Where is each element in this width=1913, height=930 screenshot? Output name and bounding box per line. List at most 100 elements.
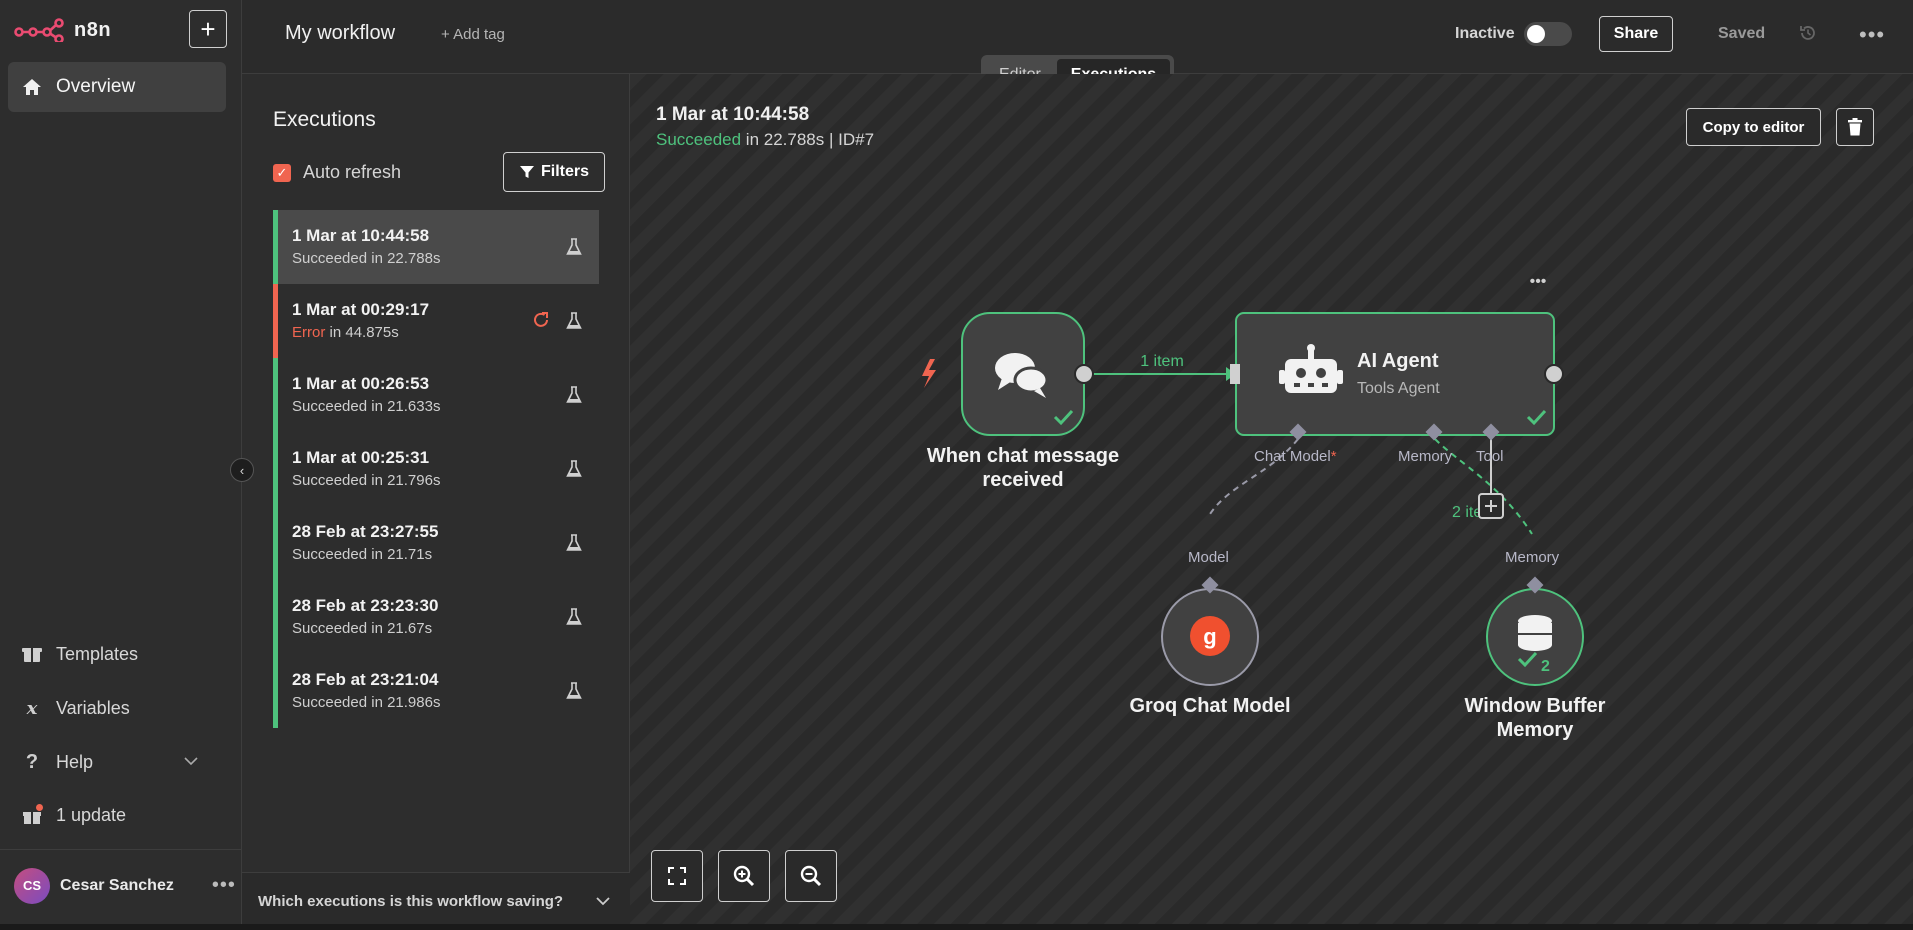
execution-row[interactable]: 1 Mar at 00:25:31 Succeeded in 21.796s xyxy=(273,432,599,506)
fit-view-button[interactable] xyxy=(651,850,703,902)
zoom-out-button[interactable] xyxy=(785,850,837,902)
notification-dot xyxy=(36,804,43,811)
save-state-label: Saved xyxy=(1718,25,1766,42)
filter-icon xyxy=(519,166,534,178)
flask-icon[interactable] xyxy=(566,386,582,409)
trigger-node-label[interactable]: When chat message received xyxy=(912,444,1134,492)
execution-status: Succeeded in 22.788s xyxy=(292,250,441,267)
memory-input-label: Memory xyxy=(1505,549,1560,566)
database-icon xyxy=(1518,615,1552,651)
user-name: Cesar Sanchez xyxy=(60,876,174,894)
execution-row[interactable]: 28 Feb at 23:27:55 Succeeded in 21.71s xyxy=(273,506,599,580)
question-icon: ? xyxy=(25,750,39,773)
create-new-button[interactable]: + xyxy=(189,10,227,48)
executions-list: 1 Mar at 10:44:58 Succeeded in 22.788s 1… xyxy=(273,210,599,728)
sidebar-item-label: Variables xyxy=(56,697,130,718)
retry-icon[interactable] xyxy=(531,310,551,335)
share-button[interactable]: Share xyxy=(1599,16,1673,52)
model-input-label: Model xyxy=(1188,549,1229,566)
sidebar-item-update[interactable]: 1 update xyxy=(22,799,126,831)
n8n-logo-icon xyxy=(14,18,64,42)
agent-subtitle: Tools Agent xyxy=(1357,380,1440,397)
auto-refresh-toggle[interactable]: ✓ Auto refresh xyxy=(273,162,401,183)
connections-layer: 1 item 2 items AI Agent Tools Agent ••• … xyxy=(922,273,1584,686)
execution-status: Error in 44.875s xyxy=(292,324,399,341)
flask-icon[interactable] xyxy=(566,312,582,335)
flask-icon[interactable] xyxy=(566,608,582,631)
execution-time: 28 Feb at 23:21:04 xyxy=(292,670,439,689)
chevron-left-icon: ‹ xyxy=(239,462,245,478)
sidebar: n8n + Overview Templates x Variables ? H… xyxy=(0,0,242,930)
filters-button[interactable]: Filters xyxy=(503,152,605,192)
sidebar-item-label: 1 update xyxy=(56,804,127,825)
executions-panel: Executions ✓ Auto refresh Filters 1 Mar … xyxy=(242,74,630,930)
app: n8n + Overview Templates x Variables ? H… xyxy=(0,0,1913,930)
sidebar-item-overview[interactable]: Overview xyxy=(8,62,226,112)
bolt-icon xyxy=(922,359,936,388)
saving-settings-toggle[interactable]: Which executions is this workflow saving… xyxy=(242,872,630,930)
input-port xyxy=(1230,364,1240,384)
flask-icon[interactable] xyxy=(566,682,582,705)
taskbar-strip xyxy=(0,924,1913,930)
chat-model-port-label: Chat Model* xyxy=(1254,448,1337,465)
collapse-sidebar-button[interactable]: ‹ xyxy=(230,458,254,482)
workflow-name[interactable]: My workflow xyxy=(285,22,395,45)
zoom-out-icon xyxy=(800,865,822,887)
active-state-label: Inactive xyxy=(1455,25,1515,42)
groq-node-label[interactable]: Groq Chat Model xyxy=(1100,694,1320,718)
execution-status: Succeeded in 21.986s xyxy=(292,694,441,711)
output-port xyxy=(1074,364,1094,384)
saving-question: Which executions is this workflow saving… xyxy=(258,893,564,910)
history-icon[interactable] xyxy=(1798,23,1818,48)
filters-label: Filters xyxy=(540,163,589,180)
execution-row[interactable]: 28 Feb at 23:21:04 Succeeded in 21.986s xyxy=(273,654,599,728)
sidebar-item-help[interactable]: ? Help xyxy=(22,746,93,778)
execution-status: Succeeded in 21.71s xyxy=(292,546,433,563)
sidebar-item-templates[interactable]: Templates xyxy=(22,638,138,670)
sidebar-item-label: Templates xyxy=(56,643,139,664)
execution-row[interactable]: 1 Mar at 10:44:58 Succeeded in 22.788s xyxy=(273,210,599,284)
memory-run-count: 2 xyxy=(1541,658,1550,675)
execution-time: 1 Mar at 10:44:58 xyxy=(292,226,430,245)
brand-name: n8n xyxy=(74,18,112,41)
execution-status: Succeeded in 21.633s xyxy=(292,398,441,415)
add-tag-link[interactable]: + Add tag xyxy=(441,26,505,43)
execution-time: 28 Feb at 23:27:55 xyxy=(292,522,439,541)
user-menu[interactable]: CS Cesar Sanchez ••• xyxy=(0,849,242,921)
auto-refresh-checkbox[interactable]: ✓ xyxy=(273,163,291,182)
variable-icon: x xyxy=(26,697,38,719)
execution-time: 1 Mar at 00:25:31 xyxy=(292,448,430,467)
brand-logo[interactable]: n8n xyxy=(14,16,111,44)
flask-icon[interactable] xyxy=(566,238,582,261)
avatar: CS xyxy=(14,867,50,904)
agent-title: AI Agent xyxy=(1357,350,1439,372)
active-toggle[interactable] xyxy=(1524,22,1572,46)
chevron-down-icon xyxy=(596,893,610,910)
memory-node-label[interactable]: Window Buffer Memory xyxy=(1450,694,1620,742)
execution-time: 1 Mar at 00:29:17 xyxy=(292,300,430,319)
flask-icon[interactable] xyxy=(566,460,582,483)
flask-icon[interactable] xyxy=(566,534,582,557)
sidebar-item-variables[interactable]: x Variables xyxy=(22,692,130,724)
sidebar-item-label: Help xyxy=(56,751,94,772)
main-connection-label: 1 item xyxy=(1140,353,1184,370)
auto-refresh-label: Auto refresh xyxy=(303,162,402,182)
tool-port-label: Tool xyxy=(1476,448,1504,465)
chevron-down-icon[interactable] xyxy=(184,753,198,769)
execution-status: Succeeded in 21.796s xyxy=(292,472,441,489)
node-more-icon: ••• xyxy=(1530,273,1547,290)
execution-row[interactable]: 28 Feb at 23:23:30 Succeeded in 21.67s xyxy=(273,580,599,654)
more-options-icon[interactable]: ••• xyxy=(1859,22,1885,48)
zoom-in-button[interactable] xyxy=(718,850,770,902)
gift-icon xyxy=(22,804,43,824)
more-icon[interactable]: ••• xyxy=(212,874,236,897)
execution-time: 28 Feb at 23:23:30 xyxy=(292,596,439,615)
toggle-knob xyxy=(1527,25,1545,43)
execution-row[interactable]: 1 Mar at 00:29:17 Error in 44.875s xyxy=(273,284,599,358)
groq-logo-glyph: g xyxy=(1203,624,1216,649)
sidebar-item-label: Overview xyxy=(56,76,136,97)
workflow-canvas[interactable]: 1 Mar at 10:44:58 Succeeded in 22.788s |… xyxy=(630,74,1913,924)
execution-time: 1 Mar at 00:26:53 xyxy=(292,374,430,393)
executions-title: Executions xyxy=(273,108,376,131)
execution-row[interactable]: 1 Mar at 00:26:53 Succeeded in 21.633s xyxy=(273,358,599,432)
